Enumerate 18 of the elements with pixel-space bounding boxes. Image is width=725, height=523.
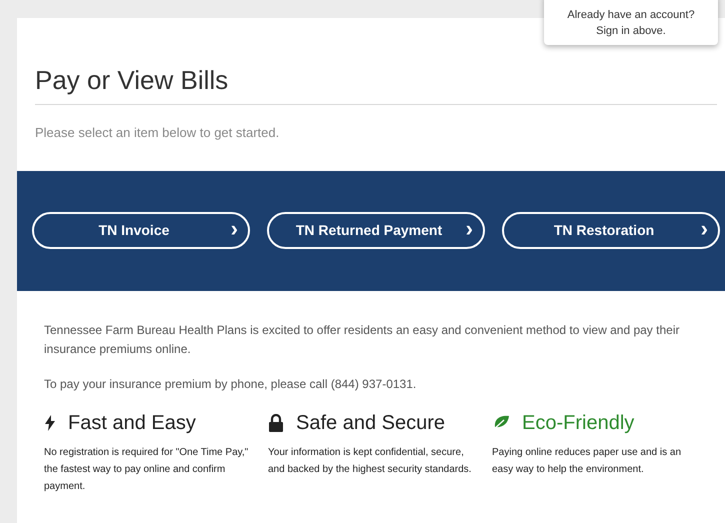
option-button[interactable]: TN Returned Payment › (267, 212, 485, 249)
feature-title: Eco-Friendly (522, 410, 634, 436)
option-button[interactable]: TN Restoration › (502, 212, 720, 249)
feature-title: Safe and Secure (296, 410, 445, 436)
account-prompt: Already have an account? (567, 8, 695, 23)
info-paragraph: Tennessee Farm Bureau Health Plans is excited to offer residents an easy and convenient method to view and pay their insurance premiums online. (44, 322, 680, 358)
page-title: Pay or View Bills (35, 64, 717, 105)
feature-description: Your information is kept confidential, secure, and backed by the highest security standards. (268, 446, 472, 476)
feature-description: Paying online reduces paper use and is an easy way to help the environment. (492, 446, 682, 476)
info-paragraph: To pay your insurance premium by phone, please call (844) 937-0131. (44, 376, 418, 392)
feature-title: Fast and Easy (68, 410, 196, 436)
leaf-icon (492, 414, 510, 430)
feature-description: No registration is required for "One Time Pay," the fastest way to pay online and confirm payment. (44, 446, 250, 494)
intro-text: Please select an item below to get started. (35, 124, 280, 142)
lightning-icon (44, 414, 56, 430)
lock-icon (268, 414, 284, 432)
sign-in-hint: Sign in above. (596, 24, 666, 39)
option-button[interactable]: TN Invoice › (32, 212, 250, 249)
